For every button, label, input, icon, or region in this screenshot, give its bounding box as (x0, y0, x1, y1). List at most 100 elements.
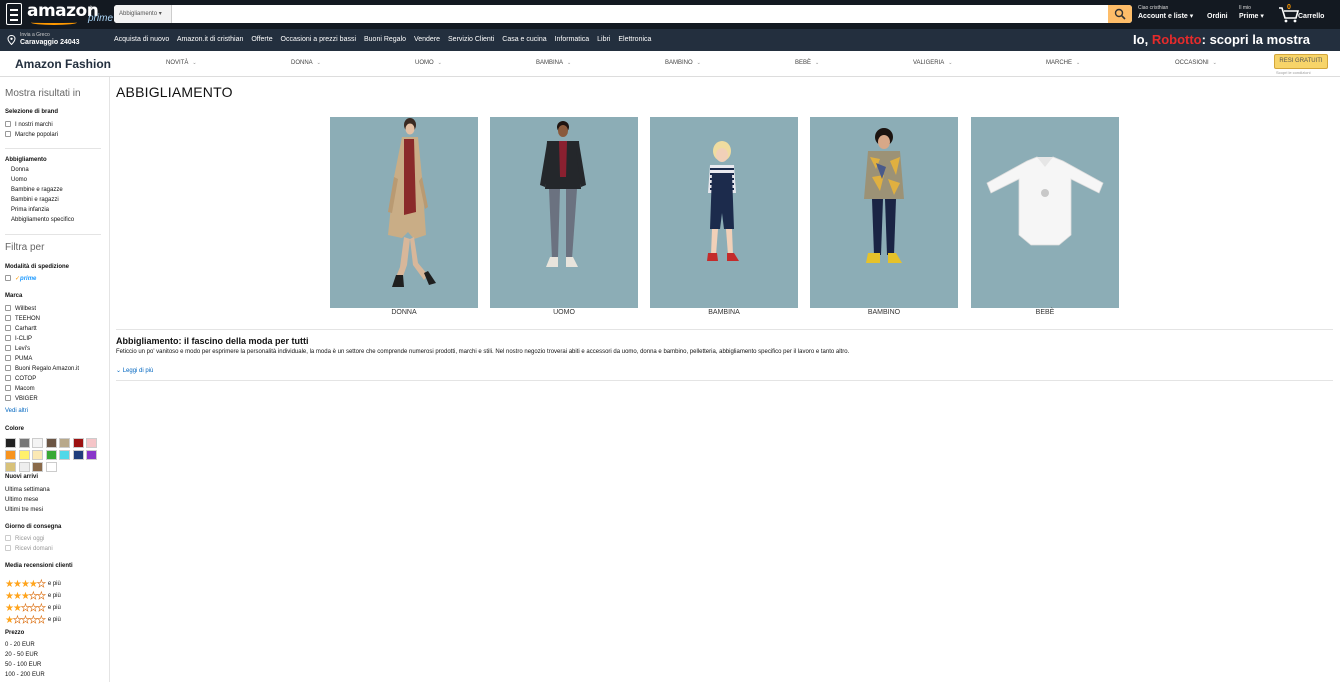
color-swatch[interactable] (72, 438, 84, 448)
checkbox[interactable] (5, 275, 11, 281)
fashion-nav-uomo[interactable]: UOMO ⌄ (415, 60, 442, 66)
category-label-uomo[interactable]: UOMO (490, 309, 638, 316)
color-swatch[interactable] (32, 438, 43, 448)
fashion-nav-occasioni[interactable]: OCCASIONI ⌄ (1175, 60, 1217, 66)
vedi-altri-link[interactable]: Vedi altri (5, 408, 28, 414)
marca-option[interactable]: Buoni Regalo Amazon.it (5, 365, 79, 372)
checkbox[interactable] (5, 545, 11, 551)
category-label-bebe[interactable]: BEBÈ (971, 309, 1119, 316)
prezzo-range[interactable]: 0 - 20 EUR (5, 642, 35, 648)
color-swatch[interactable] (86, 438, 97, 448)
color-swatch[interactable] (18, 462, 30, 472)
fashion-nav-novita[interactable]: NOVITÀ ⌄ (166, 60, 197, 66)
color-swatch[interactable] (45, 450, 57, 460)
sub-link-occasioni[interactable]: Occasioni a prezzi bassi (281, 36, 356, 43)
marca-option[interactable]: TEEHON (5, 315, 40, 322)
promo-banner[interactable]: Io, Robotto: scopri la mostra (1133, 32, 1310, 47)
marca-option[interactable]: Macom (5, 385, 35, 392)
cart-link[interactable]: 0 Carrello (1278, 4, 1338, 26)
brand-option-popolari[interactable]: Marche popolari (5, 131, 58, 138)
checkbox[interactable] (5, 395, 11, 401)
category-label-donna[interactable]: DONNA (330, 309, 478, 316)
sub-link-amazon-cristhian[interactable]: Amazon.it di cristhian (177, 36, 244, 43)
sidebar-item-uomo[interactable]: Uomo (11, 177, 27, 183)
sub-link-libri[interactable]: Libri (597, 36, 610, 43)
fashion-brand[interactable]: Amazon Fashion (15, 57, 111, 71)
orders-link[interactable]: Ordini (1207, 13, 1228, 20)
color-swatch[interactable] (5, 450, 16, 460)
marca-option[interactable]: PUMA (5, 355, 32, 362)
sidebar-item-bambini[interactable]: Bambini e ragazzi (11, 197, 59, 203)
color-swatch[interactable] (45, 438, 57, 448)
search-input[interactable] (174, 5, 1106, 23)
account-menu[interactable]: Ciao cristhian Account e liste ▾ (1138, 5, 1193, 20)
sub-link-acquista[interactable]: Acquista di nuovo (114, 36, 169, 43)
rating-filter-1-stars[interactable]: ★★★★★ e più (5, 610, 61, 628)
category-tile-bambina[interactable] (650, 117, 798, 308)
leggi-di-piu-link[interactable]: ⌄ Leggi di più (116, 367, 153, 374)
amazon-logo[interactable]: amazon .it prime (27, 1, 113, 26)
checkbox[interactable] (5, 121, 11, 127)
marca-option[interactable]: Levi's (5, 345, 30, 352)
checkbox[interactable] (5, 325, 11, 331)
brand-option-nostri[interactable]: I nostri marchi (5, 121, 53, 128)
sub-link-vendere[interactable]: Vendere (414, 36, 440, 43)
consegna-domani[interactable]: Ricevi domani (5, 545, 53, 552)
fashion-nav-valigeria[interactable]: VALIGERIA ⌄ (913, 60, 952, 66)
marca-option[interactable]: I-CLIP (5, 335, 32, 342)
color-swatch[interactable] (18, 438, 30, 448)
sidebar-item-donna[interactable]: Donna (11, 167, 29, 173)
checkbox[interactable] (5, 345, 11, 351)
prezzo-range[interactable]: 100 - 200 EUR (5, 672, 45, 678)
search-category-dropdown[interactable]: Abbigliamento ▾ (114, 5, 172, 23)
prezzo-range[interactable]: 50 - 100 EUR (5, 662, 41, 668)
nuovi-arrivi-mese[interactable]: Ultimo mese (5, 497, 38, 503)
sub-link-informatica[interactable]: Informatica (555, 36, 590, 43)
hamburger-menu-icon[interactable] (6, 3, 22, 25)
resi-note[interactable]: Scopri le condizioni (1276, 70, 1310, 75)
category-label-bambino[interactable]: BAMBINO (810, 309, 958, 316)
sub-link-casa-cucina[interactable]: Casa e cucina (502, 36, 546, 43)
category-tile-bambino[interactable] (810, 117, 958, 308)
fashion-nav-bebe[interactable]: BEBÈ ⌄ (795, 60, 819, 66)
color-swatch[interactable] (32, 450, 43, 460)
nuovi-arrivi-settimana[interactable]: Ultima settimana (5, 487, 50, 493)
category-label-bambina[interactable]: BAMBINA (650, 309, 798, 316)
color-swatch[interactable] (32, 462, 43, 472)
sub-link-elettronica[interactable]: Elettronica (618, 36, 651, 43)
checkbox[interactable] (5, 335, 11, 341)
resi-gratuiti-button[interactable]: RESI GRATUITI (1274, 54, 1328, 69)
sidebar-item-prima-infanzia[interactable]: Prima infanzia (11, 207, 49, 213)
checkbox[interactable] (5, 315, 11, 321)
fashion-nav-marche[interactable]: MARCHE ⌄ (1046, 60, 1080, 66)
fashion-nav-bambina[interactable]: BAMBINA ⌄ (536, 60, 571, 66)
consegna-oggi[interactable]: Ricevi oggi (5, 535, 44, 542)
sidebar-item-bambine[interactable]: Bambine e ragazze (11, 187, 63, 193)
category-tile-donna[interactable] (330, 117, 478, 308)
marca-option[interactable]: COTOP (5, 375, 36, 382)
checkbox[interactable] (5, 385, 11, 391)
checkbox[interactable] (5, 355, 11, 361)
color-swatch[interactable] (86, 450, 97, 460)
sub-link-offerte[interactable]: Offerte (251, 36, 272, 43)
checkbox[interactable] (5, 365, 11, 371)
color-swatch[interactable] (59, 438, 70, 448)
sub-link-buoni-regalo[interactable]: Buoni Regalo (364, 36, 406, 43)
category-tile-uomo[interactable] (490, 117, 638, 308)
sub-link-servizio-clienti[interactable]: Servizio Clienti (448, 36, 494, 43)
color-swatch[interactable] (59, 450, 70, 460)
checkbox[interactable] (5, 305, 11, 311)
color-swatch[interactable] (45, 462, 57, 472)
nuovi-arrivi-tre-mesi[interactable]: Ultimi tre mesi (5, 507, 43, 513)
checkbox[interactable] (5, 131, 11, 137)
prime-filter[interactable]: ✓prime (5, 275, 36, 282)
color-swatch[interactable] (72, 450, 84, 460)
color-swatch[interactable] (5, 462, 16, 472)
color-swatch[interactable] (5, 438, 16, 448)
checkbox[interactable] (5, 375, 11, 381)
prezzo-range[interactable]: 20 - 50 EUR (5, 652, 38, 658)
checkbox[interactable] (5, 535, 11, 541)
fashion-nav-bambino[interactable]: BAMBINO ⌄ (665, 60, 701, 66)
color-swatch[interactable] (18, 450, 30, 460)
prime-menu[interactable]: Il mio Prime ▾ (1239, 5, 1264, 20)
